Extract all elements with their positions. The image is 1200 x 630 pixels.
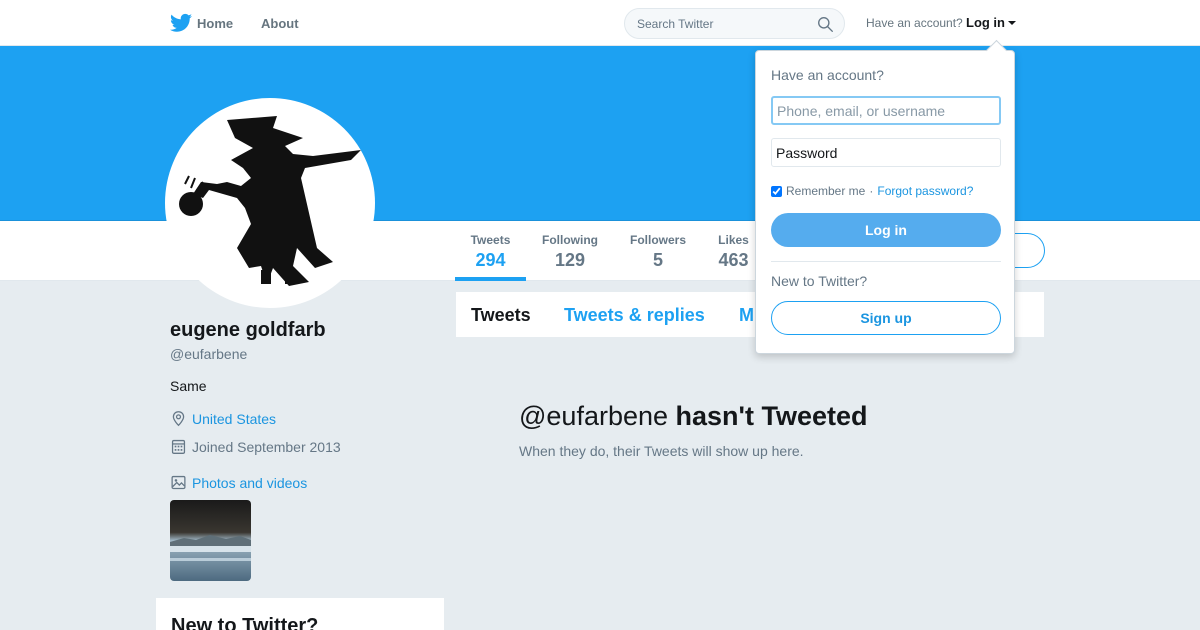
profile-joined-date: Joined September 2013 bbox=[170, 438, 341, 455]
stat-value: 463 bbox=[718, 250, 749, 270]
signup-button[interactable]: Sign up bbox=[771, 301, 1001, 335]
account-hint-text: Have an account? bbox=[866, 16, 963, 30]
search-input[interactable]: Search Twitter bbox=[637, 17, 713, 31]
twitter-bird-icon[interactable] bbox=[170, 13, 192, 33]
login-dropdown-heading: Have an account? bbox=[771, 67, 884, 83]
active-stat-indicator bbox=[455, 277, 526, 281]
joined-label: Joined September 2013 bbox=[192, 438, 341, 455]
spy-silhouette-icon bbox=[179, 116, 361, 286]
search-icon[interactable] bbox=[817, 16, 834, 33]
profile-bio: Same bbox=[170, 378, 207, 394]
photo-icon bbox=[171, 475, 186, 490]
stat-label: Followers bbox=[629, 233, 686, 247]
photos-and-videos-link[interactable]: Photos and videos bbox=[170, 474, 307, 491]
remember-me-checkbox[interactable] bbox=[771, 185, 782, 197]
stat-value: 294 bbox=[475, 250, 506, 270]
stat-label: Tweets bbox=[470, 233, 511, 247]
avatar[interactable] bbox=[165, 98, 375, 308]
profile-location[interactable]: United States bbox=[170, 410, 276, 427]
login-button[interactable]: Log in bbox=[771, 213, 1001, 247]
top-navigation-bar: Home About Search Twitter Have an accoun… bbox=[0, 0, 1200, 46]
empty-timeline-handle: @eufarbene bbox=[519, 401, 669, 431]
empty-timeline-message: hasn't Tweeted bbox=[675, 401, 868, 431]
login-dropdown: Have an account? Remember me · Forgot pa… bbox=[755, 50, 1015, 354]
stat-tweets[interactable]: Tweets 294 bbox=[470, 233, 511, 271]
search-box[interactable]: Search Twitter bbox=[624, 8, 845, 39]
tab-tweets-and-replies[interactable]: Tweets & replies bbox=[564, 305, 705, 326]
dropdown-divider bbox=[771, 261, 1001, 262]
username-field[interactable] bbox=[771, 96, 1001, 125]
nav-home-link[interactable]: Home bbox=[197, 0, 233, 46]
empty-timeline-title: @eufarbene hasn't Tweeted bbox=[519, 401, 867, 432]
photos-label[interactable]: Photos and videos bbox=[192, 475, 307, 491]
new-to-twitter-prompt: New to Twitter? bbox=[771, 273, 868, 289]
new-to-twitter-card: New to Twitter? bbox=[156, 598, 444, 630]
tab-tweets[interactable]: Tweets bbox=[471, 305, 531, 326]
remember-me-row: Remember me · Forgot password? bbox=[771, 184, 973, 198]
media-thumbnail[interactable] bbox=[170, 500, 251, 581]
new-card-title: New to Twitter? bbox=[171, 615, 319, 630]
stat-following[interactable]: Following 129 bbox=[541, 233, 599, 271]
login-toggle-label: Log in bbox=[966, 15, 1005, 30]
calendar-icon bbox=[171, 439, 186, 454]
forgot-password-link[interactable]: Forgot password? bbox=[877, 184, 973, 198]
chevron-down-icon bbox=[1008, 21, 1016, 25]
stat-followers[interactable]: Followers 5 bbox=[629, 233, 687, 271]
separator-dot: · bbox=[869, 184, 874, 198]
stat-value: 5 bbox=[652, 250, 663, 270]
remember-me-label[interactable]: Remember me bbox=[786, 184, 865, 198]
stat-value: 129 bbox=[554, 250, 586, 270]
lake-photo bbox=[170, 500, 251, 581]
tab-media[interactable]: M bbox=[739, 305, 754, 326]
profile-name[interactable]: eugene goldfarb bbox=[170, 319, 326, 342]
empty-timeline-subtitle: When they do, their Tweets will show up … bbox=[519, 443, 804, 459]
stat-label: Likes bbox=[718, 233, 749, 247]
profile-handle[interactable]: @eufarbene bbox=[170, 346, 247, 362]
stat-likes[interactable]: Likes 463 bbox=[717, 233, 750, 271]
login-dropdown-toggle[interactable]: Log in bbox=[966, 15, 1016, 30]
nav-about-link[interactable]: About bbox=[261, 0, 299, 46]
stat-label: Following bbox=[542, 233, 598, 247]
location-label[interactable]: United States bbox=[192, 411, 276, 427]
location-pin-icon bbox=[172, 411, 185, 427]
password-field[interactable] bbox=[771, 138, 1001, 167]
